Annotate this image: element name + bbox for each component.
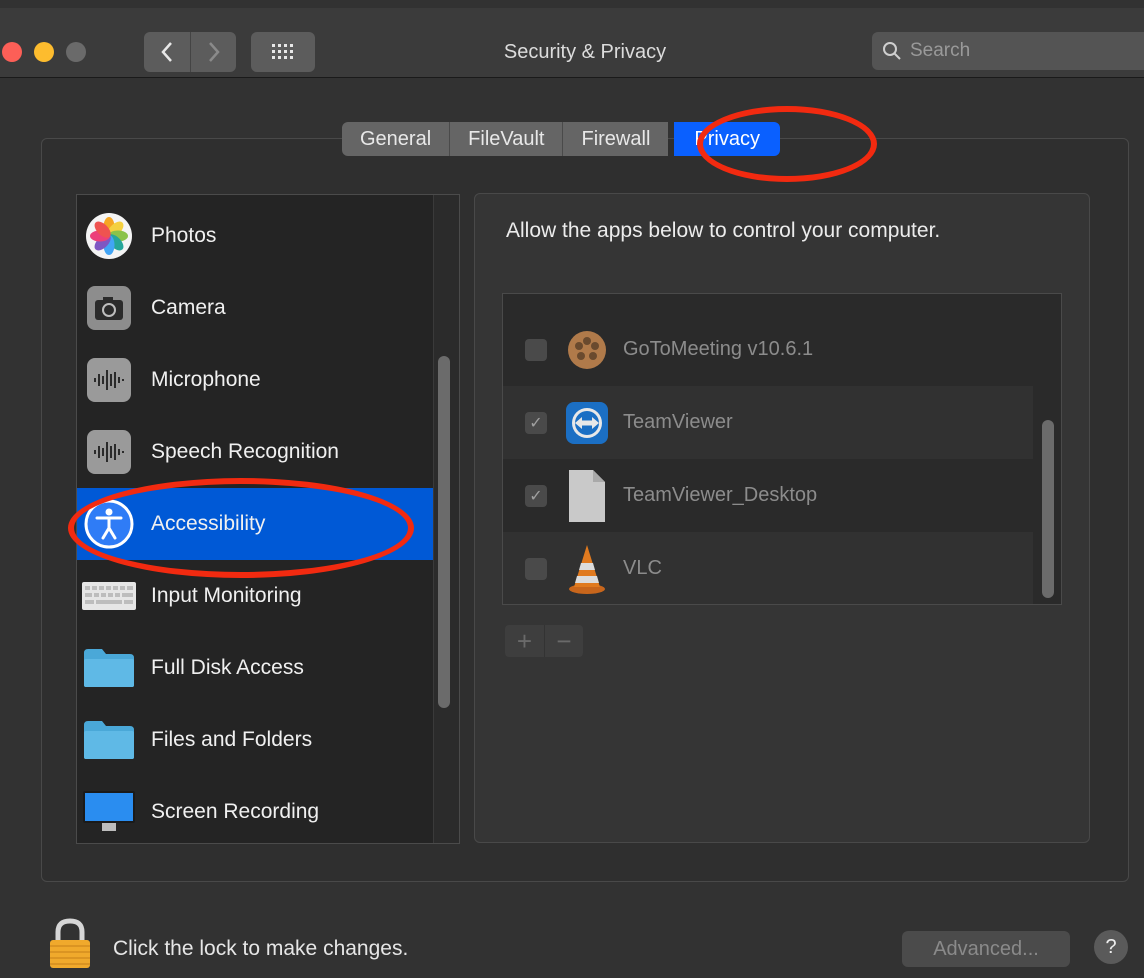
- sidebar-item-label: Camera: [151, 296, 226, 319]
- remove-app-button[interactable]: −: [544, 625, 583, 657]
- tab-general[interactable]: General: [342, 122, 451, 156]
- sidebar-item-label: Photos: [151, 224, 217, 247]
- app-label: VLC: [623, 557, 662, 579]
- document-icon: [569, 469, 605, 522]
- search-field[interactable]: Search: [872, 32, 1144, 70]
- sidebar-item-full-disk-access[interactable]: Full Disk Access: [77, 632, 433, 704]
- search-icon: [883, 42, 901, 60]
- sidebar-scrollbar[interactable]: [438, 356, 450, 708]
- search-placeholder: Search: [910, 40, 971, 61]
- sidebar-item-accessibility[interactable]: Accessibility: [77, 488, 433, 560]
- accessibility-icon: [84, 499, 134, 549]
- app-checkbox[interactable]: [525, 338, 547, 361]
- lock-button[interactable]: [46, 918, 94, 975]
- sidebar-item-label: Screen Recording: [151, 800, 320, 823]
- app-label: TeamViewer_Desktop: [623, 484, 818, 506]
- sidebar-item-label: Full Disk Access: [151, 656, 304, 679]
- tab-bar: General FileVault Firewall Privacy: [342, 122, 780, 156]
- sidebar-item-input-monitoring[interactable]: Input Monitoring: [77, 560, 433, 632]
- sidebar-item-label: Input Monitoring: [151, 584, 302, 607]
- tab-firewall[interactable]: Firewall: [563, 122, 669, 156]
- app-label: GoToMeeting v10.6.1: [623, 338, 814, 360]
- list-item-teamviewer[interactable]: ✓ TeamViewer: [503, 386, 1033, 459]
- sidebar-item-label: Speech Recognition: [151, 440, 339, 463]
- add-remove-controls: + −: [505, 625, 583, 657]
- gotomeeting-icon: [568, 330, 606, 369]
- teamviewer-icon: [566, 401, 608, 444]
- keyboard-icon: [82, 582, 136, 610]
- sidebar-item-photos[interactable]: Photos: [77, 200, 433, 272]
- app-list[interactable]: GoToMeeting v10.6.1 ✓ TeamViewer ✓ TeamV…: [502, 293, 1062, 605]
- sidebar-item-label: Files and Folders: [151, 728, 313, 751]
- help-button[interactable]: ?: [1094, 930, 1128, 964]
- sidebar-item-microphone[interactable]: Microphone: [77, 344, 433, 416]
- folder-icon: [84, 721, 134, 759]
- list-item-vlc[interactable]: VLC: [503, 532, 1033, 604]
- app-checkbox[interactable]: ✓: [525, 411, 547, 434]
- list-item-gotomeeting[interactable]: GoToMeeting v10.6.1: [503, 313, 1033, 386]
- sidebar-item-files-and-folders[interactable]: Files and Folders: [77, 704, 433, 776]
- list-item-teamviewer-desktop[interactable]: ✓ TeamViewer_Desktop: [503, 459, 1033, 532]
- title-bar: Security & Privacy Search: [0, 8, 1144, 78]
- app-label: TeamViewer: [623, 411, 733, 433]
- display-icon: [83, 791, 135, 831]
- camera-icon: [87, 286, 131, 330]
- microphone-icon: [87, 358, 131, 402]
- privacy-category-list[interactable]: Photos Camera Microphone Speech Recognit…: [76, 194, 460, 844]
- vlc-cone-icon: [569, 544, 605, 594]
- lock-message: Click the lock to make changes.: [113, 937, 409, 960]
- folder-icon: [84, 649, 134, 687]
- tab-filevault[interactable]: FileVault: [450, 122, 564, 156]
- sidebar-item-label: Accessibility: [151, 512, 266, 535]
- app-checkbox[interactable]: ✓: [525, 484, 547, 507]
- photos-icon: [86, 213, 132, 259]
- add-app-button[interactable]: +: [505, 625, 544, 657]
- app-icon: [567, 293, 607, 306]
- list-item: [503, 293, 1033, 312]
- lock-icon: [50, 918, 90, 968]
- sidebar-item-camera[interactable]: Camera: [77, 272, 433, 344]
- app-checkbox[interactable]: [525, 557, 547, 580]
- sidebar-item-label: Microphone: [151, 368, 261, 391]
- sidebar-item-screen-recording[interactable]: Screen Recording: [77, 776, 433, 843]
- tab-privacy[interactable]: Privacy: [674, 122, 780, 156]
- speech-recognition-icon: [87, 430, 131, 474]
- panel-description: Allow the apps below to control your com…: [506, 219, 941, 242]
- advanced-button[interactable]: Advanced...: [902, 931, 1070, 967]
- sidebar-item-speech-recognition[interactable]: Speech Recognition: [77, 416, 433, 488]
- app-list-scrollbar[interactable]: [1042, 420, 1054, 598]
